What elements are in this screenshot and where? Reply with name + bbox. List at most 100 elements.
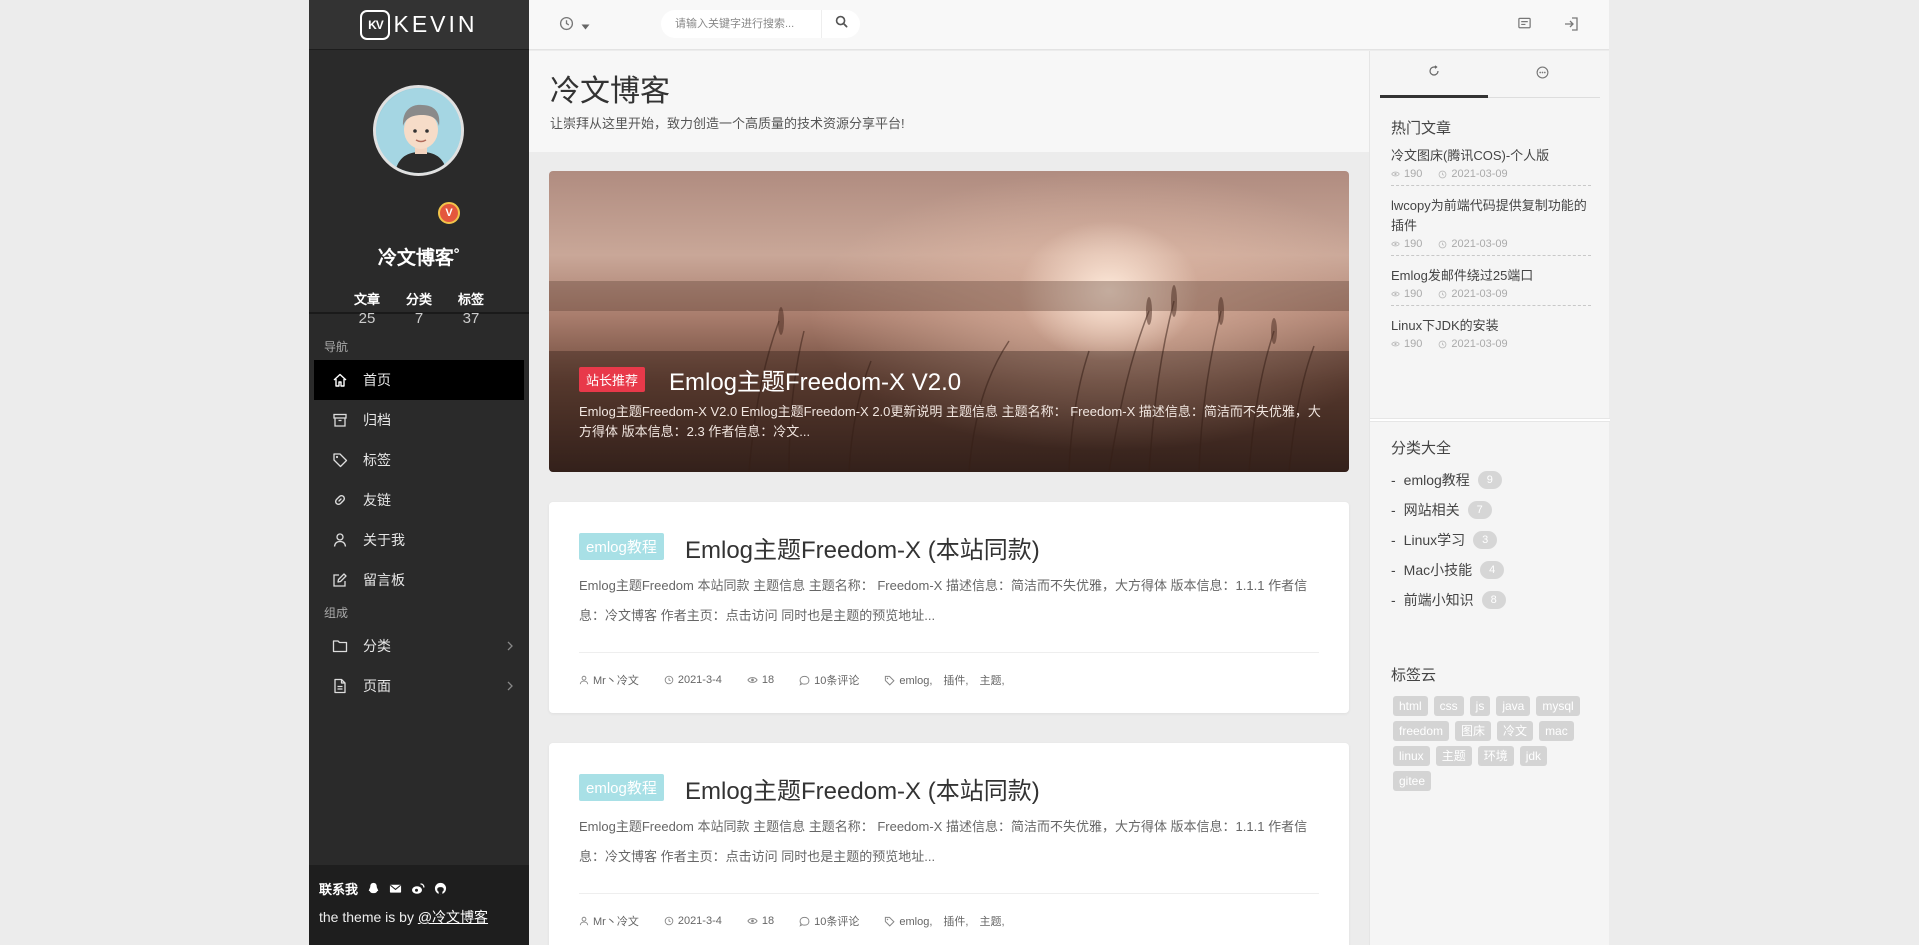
category-item[interactable]: - 前端小知识 8 — [1391, 585, 1506, 615]
hot-post-title[interactable]: Linux下JDK的安装 — [1391, 316, 1591, 336]
views-count: 190 — [1404, 288, 1423, 300]
stat-label: 分类 — [405, 292, 432, 307]
message-button[interactable] — [1517, 16, 1532, 36]
category-name: emlog教程 — [1403, 472, 1470, 488]
tag-chip[interactable]: freedom — [1393, 721, 1450, 741]
post-tags[interactable]: emlog, 插件, 主题, — [884, 672, 1005, 688]
sidebar-item-home[interactable]: 首页 — [314, 360, 524, 400]
tag-icon — [885, 916, 895, 927]
tab-hot[interactable] — [1380, 51, 1488, 98]
tab-comments[interactable] — [1488, 51, 1596, 98]
tag-chip[interactable]: 图床 — [1455, 721, 1492, 741]
sidebar-item-label: 留言板 — [363, 572, 405, 588]
hot-posts-list: 冷文图床(腾讯COS)-个人版 190 2021-03-09 lwcopy为前端… — [1391, 146, 1591, 365]
comment-icon — [799, 916, 810, 927]
tag-chip[interactable]: 主题 — [1435, 746, 1472, 766]
user-icon — [579, 675, 589, 685]
email-icon[interactable] — [389, 882, 402, 895]
stat-label: 标签 — [457, 292, 484, 307]
login-button[interactable] — [1563, 16, 1579, 37]
tag-icon — [885, 675, 895, 686]
logo[interactable]: KV KEVIN — [309, 0, 529, 50]
sidebar-item-about[interactable]: 关于我 — [314, 520, 524, 560]
sidebar-item-guestbook[interactable]: 留言板 — [314, 560, 524, 600]
chevron-right-icon — [506, 679, 514, 695]
post-comments[interactable]: 10条评论 — [799, 672, 859, 688]
weibo-icon[interactable] — [411, 882, 425, 895]
date-text: 2021-3-4 — [677, 915, 722, 927]
post-category[interactable]: emlog教程 — [579, 774, 664, 801]
contact-label: 联系我 — [319, 882, 359, 897]
tag-chip[interactable]: linux — [1393, 746, 1430, 766]
sidebar-item-tags[interactable]: 标签 — [314, 440, 524, 480]
tag-chip[interactable]: js — [1469, 696, 1491, 716]
refresh-icon — [1428, 64, 1440, 82]
post-date: 2021-3-4 — [664, 674, 722, 686]
category-item[interactable]: - emlog教程 9 — [1391, 465, 1506, 495]
category-item[interactable]: - 网站相关 7 — [1391, 495, 1506, 525]
stat-tags[interactable]: 标签 37 — [455, 289, 487, 327]
post-category[interactable]: emlog教程 — [579, 533, 664, 560]
featured-title[interactable]: Emlog主题Freedom-X V2.0 — [669, 362, 961, 397]
search-button[interactable] — [821, 10, 860, 38]
stat-articles[interactable]: 文章 25 — [351, 289, 383, 327]
search-input[interactable] — [661, 10, 821, 38]
user-icon — [579, 916, 589, 926]
credit-link[interactable]: @冷文博客 — [418, 909, 488, 925]
archive-icon — [332, 412, 348, 428]
tag-chip[interactable]: mac — [1539, 721, 1574, 741]
hot-post-item[interactable]: 冷文图床(腾讯COS)-个人版 190 2021-03-09 — [1391, 146, 1591, 186]
edit-icon — [332, 572, 348, 588]
tag-chip[interactable]: gitee — [1393, 771, 1432, 791]
hot-post-item[interactable]: Linux下JDK的安装 190 2021-03-09 — [1391, 316, 1591, 355]
tag-chip[interactable]: jdk — [1519, 746, 1548, 766]
tag-chip[interactable]: 冷文 — [1497, 721, 1534, 741]
post-meta: Mr丶冷文 2021-3-4 18 10条评论 emlog, 插件, 主题, — [579, 913, 1030, 929]
hot-post-item[interactable]: Emlog发邮件绕过25端口 190 2021-03-09 — [1391, 266, 1591, 306]
history-dropdown[interactable] — [559, 16, 590, 36]
tag-chip[interactable]: css — [1433, 696, 1464, 716]
sidebar-item-label: 关于我 — [363, 532, 405, 548]
post-tags[interactable]: emlog, 插件, 主题, — [884, 913, 1005, 929]
sidebar-item-pages[interactable]: 页面 — [314, 666, 524, 706]
category-item[interactable]: - Linux学习 3 — [1391, 525, 1506, 555]
post-title[interactable]: Emlog主题Freedom-X (本站同款) — [685, 530, 1040, 565]
tag-chip[interactable]: 环境 — [1477, 746, 1514, 766]
nav-section-title: 组成 — [324, 606, 349, 620]
comments-count: 10条评论 — [814, 916, 860, 928]
hot-post-title[interactable]: Emlog发邮件绕过25端口 — [1391, 266, 1591, 286]
post-author[interactable]: Mr丶冷文 — [579, 672, 639, 688]
tag-chip[interactable]: java — [1496, 696, 1531, 716]
sidebar-nav: 导航 首页 归档 标签 友链 关于我 留言板 组成 分类 页面 — [309, 334, 529, 706]
logo-mark: KV — [360, 9, 391, 40]
featured-badge[interactable]: 站长推荐 — [579, 367, 646, 392]
search-box — [661, 10, 860, 38]
post-title[interactable]: Emlog主题Freedom-X (本站同款) — [685, 771, 1040, 806]
sidebar-item-archive[interactable]: 归档 — [314, 400, 524, 440]
qq-icon[interactable] — [367, 882, 380, 895]
avatar[interactable] — [373, 85, 464, 176]
tag-chip[interactable]: mysql — [1536, 696, 1580, 716]
post-comments[interactable]: 10条评论 — [799, 913, 859, 929]
sidebar-item-categories[interactable]: 分类 — [314, 626, 524, 666]
date-text: 2021-03-09 — [1451, 238, 1508, 250]
hot-post-title[interactable]: 冷文图床(腾讯COS)-个人版 — [1391, 146, 1591, 166]
tag-cloud-title: 标签云 — [1391, 667, 1437, 684]
sidebar-item-links[interactable]: 友链 — [314, 480, 524, 520]
sidebar-item-label: 标签 — [363, 452, 391, 468]
sidebar-item-label: 归档 — [363, 412, 391, 428]
tag-chip[interactable]: html — [1393, 696, 1428, 716]
hot-post-meta: 190 2021-03-09 — [1391, 238, 1591, 250]
post-author[interactable]: Mr丶冷文 — [579, 913, 639, 929]
hot-post-item[interactable]: lwcopy为前端代码提供复制功能的插件 190 2021-03-09 — [1391, 196, 1591, 256]
hot-post-title[interactable]: lwcopy为前端代码提供复制功能的插件 — [1391, 196, 1591, 236]
category-item[interactable]: - Mac小技能 4 — [1391, 555, 1506, 585]
date-text: 2021-03-09 — [1451, 288, 1508, 300]
stat-categories[interactable]: 分类 7 — [403, 289, 435, 327]
author-name: Mr丶冷文 — [593, 675, 639, 687]
contact-row: 联系我 — [319, 879, 519, 898]
chat-icon — [1536, 66, 1549, 84]
github-icon[interactable] — [434, 882, 447, 895]
clock-icon — [1438, 290, 1447, 298]
featured-post[interactable]: 站长推荐 Emlog主题Freedom-X V2.0 Emlog主题Freedo… — [549, 171, 1349, 472]
